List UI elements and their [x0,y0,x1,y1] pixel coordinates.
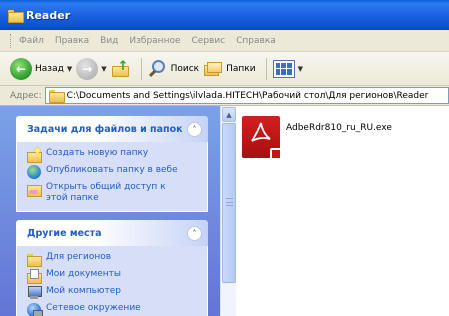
menu-bar: Файл Правка Вид Избранное Сервис Справка [0,30,449,52]
forward-button[interactable]: → ▼ [76,56,107,82]
place-regions[interactable]: Для регионов [27,252,207,267]
back-button[interactable]: ← Назад ▼ [10,56,72,82]
globe-icon [27,165,41,179]
back-arrow-icon: ← [10,57,32,80]
other-places-header[interactable]: Другие места ˄ [16,220,208,246]
toolbar-separator [265,57,267,80]
window-titlebar[interactable]: Reader [0,0,449,30]
acrobat-glyph-icon [251,122,271,142]
address-field[interactable]: C:\Documents and Settings\ilvlada.HITECH… [44,87,449,104]
place-label: Для регионов [46,252,112,262]
exe-badge-icon [270,148,282,160]
other-places-panel: Другие места ˄ Для регионов Мои документ… [16,220,208,316]
search-icon [148,59,168,79]
toolbar-separator [140,57,142,80]
address-path: C:\Documents and Settings\ilvlada.HITECH… [66,90,429,101]
my-documents-icon [27,269,42,284]
other-places-title: Другие места [27,227,102,239]
task-label: Открыть общий доступ к этой папке [46,182,166,203]
other-places-body: Для регионов Мои документы Мой компьютер… [16,246,208,316]
adobe-reader-icon [242,116,282,160]
views-button[interactable]: ▼ [272,56,303,82]
network-icon [27,303,43,316]
folders-label: Папки [226,63,256,74]
file-tasks-body: Создать новую папку Опубликовать папку в… [16,142,208,212]
address-bar: Адрес: C:\Documents and Settings\ilvlada… [0,86,449,106]
task-pane-scrollbar[interactable]: ▲ [220,106,236,316]
forward-arrow-icon: → [76,57,99,80]
up-button[interactable]: ↑ [111,56,131,82]
file-item[interactable]: AdbeRdr810_ru_RU.exe [242,116,392,160]
place-my-computer[interactable]: Мой компьютер [27,286,207,300]
back-label: Назад [35,63,64,74]
menu-grip[interactable] [10,33,13,48]
task-share-folder[interactable]: Открыть общий доступ к этой папке [27,182,207,204]
scroll-thumb[interactable] [222,123,236,283]
menu-tools[interactable]: Сервис [192,36,226,46]
file-tasks-header[interactable]: Задачи для файлов и папок ˄ [16,116,208,142]
forward-dropdown-icon[interactable]: ▼ [101,65,106,73]
address-label: Адрес: [10,90,42,101]
views-icon [272,59,295,78]
collapse-chevron-icon[interactable]: ˄ [187,225,202,241]
back-dropdown-icon[interactable]: ▼ [67,65,72,73]
task-publish-web[interactable]: Опубликовать папку в вебе [27,165,207,179]
toolbar: ← Назад ▼ → ▼ ↑ Поиск Папки ▼ [0,52,449,86]
shared-folder-icon [27,182,42,197]
folders-icon [203,59,223,79]
task-pane: Задачи для файлов и папок ˄ Создать нову… [0,106,220,316]
folder-icon [27,252,42,267]
menu-help[interactable]: Справка [236,36,276,46]
task-new-folder[interactable]: Создать новую папку [27,148,207,163]
task-label: Опубликовать папку в вебе [46,165,178,175]
menu-file[interactable]: Файл [19,36,44,46]
file-tasks-title: Задачи для файлов и папок [27,123,183,135]
file-tasks-panel: Задачи для файлов и папок ˄ Создать нову… [16,116,208,212]
folder-icon [8,9,24,23]
place-label: Мои документы [46,269,122,279]
folder-icon [48,90,65,103]
collapse-chevron-icon[interactable]: ˄ [187,121,202,137]
new-folder-icon [27,148,42,163]
place-label: Мой компьютер [46,286,121,296]
window-title: Reader [26,8,71,22]
file-name: AdbeRdr810_ru_RU.exe [286,123,392,133]
task-label: Создать новую папку [46,148,149,158]
place-label: Сетевое окружение [46,303,141,313]
menu-favorites[interactable]: Избранное [129,36,180,46]
search-label: Поиск [170,63,200,74]
computer-icon [27,286,42,300]
folder-up-icon: ↑ [111,59,131,79]
menu-edit[interactable]: Правка [55,36,89,46]
folders-button[interactable]: Папки [203,56,256,82]
search-button[interactable]: Поиск [148,56,200,82]
views-dropdown-icon[interactable]: ▼ [298,65,303,73]
scroll-up-icon[interactable]: ▲ [222,107,236,122]
menu-view[interactable]: Вид [100,36,118,46]
file-list: AdbeRdr810_ru_RU.exe [236,106,449,316]
place-my-documents[interactable]: Мои документы [27,269,207,284]
place-network[interactable]: Сетевое окружение [27,303,207,316]
